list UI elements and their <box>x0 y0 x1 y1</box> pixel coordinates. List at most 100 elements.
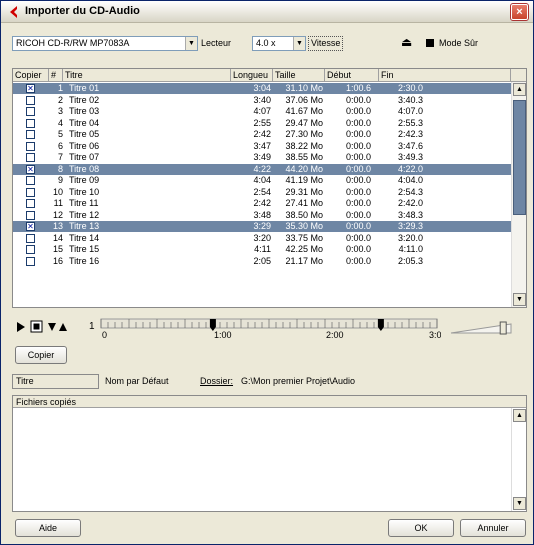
default-name-field[interactable]: Titre <box>12 374 99 389</box>
col-header-end[interactable]: Fin <box>379 69 511 82</box>
scroll-thumb[interactable] <box>513 100 526 215</box>
track-number: 6 <box>57 140 63 151</box>
table-row[interactable]: 11 Titre 11 2:42 27.41 Mo 0:00.0 2:42.0 <box>13 198 511 209</box>
copy-checkbox[interactable]: ✕ <box>26 222 35 231</box>
track-start: 0:00.0 <box>345 198 371 208</box>
volume-thumb[interactable] <box>499 321 507 335</box>
track-number: 5 <box>57 129 63 139</box>
track-title: Titre 05 <box>69 129 100 139</box>
scroll-down-icon[interactable]: ▼ <box>513 293 526 306</box>
copy-checkbox[interactable] <box>26 153 35 162</box>
folder-path: G:\Mon premier Projet\Audio <box>241 376 356 386</box>
table-row[interactable]: 10 Titre 10 2:54 29.31 Mo 0:00.0 2:54.3 <box>13 187 511 198</box>
track-size: 42.25 Mo <box>285 244 323 254</box>
copy-checkbox[interactable] <box>26 187 35 197</box>
table-row[interactable]: 5 Titre 05 2:42 27.30 Mo 0:00.0 2:42.3 <box>13 129 511 140</box>
table-row[interactable]: ✕ 8 Titre 08 4:22 44.20 Mo 0:00.0 4:22.0 <box>13 163 511 175</box>
copied-files-scrollbar[interactable]: ▲ ▼ <box>511 408 526 511</box>
forward-up-icon[interactable] <box>59 323 67 331</box>
track-size: 41.67 Mo <box>285 106 323 116</box>
copy-checkbox[interactable] <box>26 141 35 151</box>
copy-checkbox[interactable] <box>26 210 35 220</box>
title-bar[interactable]: Importer du CD-Audio × <box>1 1 533 23</box>
copy-checkbox[interactable]: ✕ <box>26 164 35 174</box>
track-number: 13 <box>52 221 63 231</box>
col-header-length[interactable]: Longueu <box>231 69 273 82</box>
scroll-down-icon[interactable]: ▼ <box>513 497 526 510</box>
table-row[interactable]: 2 Titre 02 3:40 37.06 Mo 0:00.0 3:40.3 <box>13 95 511 106</box>
track-title: Titre 08 <box>69 163 100 174</box>
track-title: Titre 03 <box>69 106 100 116</box>
table-row[interactable]: 15 Titre 15 4:11 42.25 Mo 0:00.0 4:11.0 <box>13 244 511 255</box>
copy-checkbox[interactable] <box>26 95 35 105</box>
speed-label[interactable]: Vitesse <box>308 36 344 51</box>
track-length: 3:47 <box>253 140 271 151</box>
chevron-down-icon: ▼ <box>185 37 197 50</box>
ruler-tick-label: 1:00 <box>214 330 232 339</box>
rewind-down-icon[interactable] <box>48 323 56 331</box>
track-start: 0:00.0 <box>345 175 371 185</box>
track-start: 0:00.0 <box>345 209 371 220</box>
ruler-tick-label: 0 <box>102 330 107 339</box>
copy-checkbox[interactable] <box>26 233 35 243</box>
track-number: 16 <box>52 255 63 266</box>
track-end: 3:29.3 <box>397 221 423 231</box>
track-list: Copier # Titre Longueu Taille Début Fin … <box>12 68 527 308</box>
copy-checkbox[interactable] <box>26 176 35 185</box>
copy-checkbox[interactable] <box>26 130 35 139</box>
track-start: 0:00.0 <box>345 140 371 151</box>
col-header-number[interactable]: # <box>49 69 63 82</box>
drive-select[interactable]: RICOH CD-R/RW MP7083A ▼ <box>12 36 198 51</box>
ok-button[interactable]: OK <box>388 519 454 537</box>
scroll-up-icon[interactable]: ▲ <box>513 409 526 422</box>
track-title: Titre 14 <box>69 232 100 243</box>
table-row[interactable]: ✕ 1 Titre 01 3:04 31.10 Mo 1:00.6 2:30.0 <box>13 83 511 94</box>
safe-mode-checkbox[interactable] <box>426 39 434 47</box>
track-length: 4:22 <box>253 163 271 174</box>
copy-checkbox[interactable] <box>26 199 35 208</box>
track-end: 4:11.0 <box>398 244 423 254</box>
table-row[interactable]: 9 Titre 09 4:04 41.19 Mo 0:00.0 4:04.0 <box>13 175 511 186</box>
safe-mode-label: Mode Sûr <box>439 38 479 48</box>
eject-icon[interactable]: ⏏ <box>401 35 412 49</box>
speed-select[interactable]: 4.0 x ▼ <box>252 36 306 51</box>
track-length: 3:49 <box>253 152 271 162</box>
play-icon[interactable] <box>17 322 25 332</box>
volume-slider[interactable] <box>449 321 515 335</box>
copy-checkbox[interactable] <box>26 245 35 254</box>
col-header-title[interactable]: Titre <box>63 69 231 82</box>
cancel-button[interactable]: Annuler <box>460 519 526 537</box>
table-row[interactable]: 14 Titre 14 3:20 33.75 Mo 0:00.0 3:20.0 <box>13 233 511 244</box>
track-list-scrollbar[interactable]: ▲ ▼ <box>511 82 526 307</box>
table-row[interactable]: 6 Titre 06 3:47 38.22 Mo 0:00.0 3:47.6 <box>13 141 511 152</box>
table-row[interactable]: 3 Titre 03 4:07 41.67 Mo 0:00.0 4:07.0 <box>13 106 511 117</box>
copy-checkbox[interactable] <box>26 118 35 128</box>
track-end: 2:54.3 <box>397 186 423 197</box>
table-row[interactable]: 16 Titre 16 2:05 21.17 Mo 0:00.0 2:05.3 <box>13 256 511 267</box>
table-row[interactable]: 7 Titre 07 3:49 38.55 Mo 0:00.0 3:49.3 <box>13 152 511 163</box>
scroll-up-icon[interactable]: ▲ <box>513 83 526 96</box>
time-ruler[interactable]: 0 1:00 2:00 3:0 <box>97 317 441 339</box>
copy-checkbox[interactable]: ✕ <box>26 84 35 93</box>
track-number: 10 <box>52 186 63 197</box>
track-title: Titre 12 <box>69 209 100 220</box>
copy-checkbox[interactable] <box>26 256 35 266</box>
table-row[interactable]: ✕ 13 Titre 13 3:29 35.30 Mo 0:00.0 3:29.3 <box>13 221 511 232</box>
copy-button[interactable]: Copier <box>15 346 67 364</box>
col-header-size[interactable]: Taille <box>273 69 325 82</box>
col-header-start[interactable]: Début <box>325 69 379 82</box>
table-row[interactable]: 12 Titre 12 3:48 38.50 Mo 0:00.0 3:48.3 <box>13 210 511 221</box>
track-number: 9 <box>57 175 63 185</box>
track-length: 2:42 <box>253 198 271 208</box>
track-length: 4:11 <box>254 244 271 254</box>
track-size: 29.31 Mo <box>285 186 323 197</box>
table-row[interactable]: 4 Titre 04 2:55 29.47 Mo 0:00.0 2:55.3 <box>13 118 511 129</box>
range-end-marker[interactable] <box>377 319 384 331</box>
ruler-tick-label: 2:00 <box>326 330 344 339</box>
folder-link[interactable]: Dossier: <box>200 376 233 386</box>
copy-checkbox[interactable] <box>26 107 35 116</box>
col-header-copy[interactable]: Copier <box>13 69 49 82</box>
track-size: 29.47 Mo <box>285 117 323 128</box>
help-button[interactable]: Aide <box>15 519 81 537</box>
close-button[interactable]: × <box>510 3 529 21</box>
